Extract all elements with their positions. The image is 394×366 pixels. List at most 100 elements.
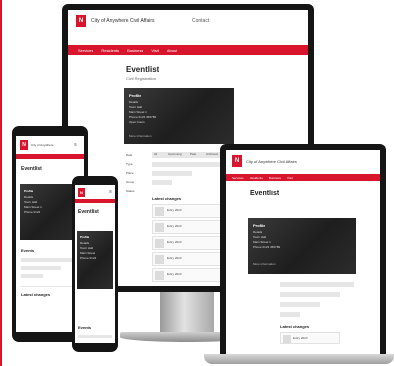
card-line: Details xyxy=(253,230,263,234)
item-title: Entry 2023 xyxy=(167,256,182,260)
site-header: N City of Anywhere Civil Affairs xyxy=(226,150,380,172)
filter-select[interactable] xyxy=(280,292,340,297)
tab-bar[interactable] xyxy=(78,335,112,338)
laptop: N City of Anywhere Civil Affairs Service… xyxy=(220,144,386,356)
city-logo[interactable]: N xyxy=(78,187,85,197)
list-item[interactable]: Entry 2023 xyxy=(152,236,230,250)
main-nav: Services Residents Business Visit xyxy=(226,174,380,181)
nav-item[interactable]: Residents xyxy=(250,176,263,180)
card-line: Phone 0123 xyxy=(80,256,97,260)
nav-item[interactable]: Visit xyxy=(151,48,158,53)
card-title: Profile xyxy=(80,235,90,239)
city-logo[interactable]: N xyxy=(20,140,28,150)
section-heading: Events xyxy=(21,248,35,253)
menu-icon[interactable]: ≡ xyxy=(109,189,112,195)
list-item[interactable]: Entry 2023 xyxy=(152,220,230,234)
item-thumbnail xyxy=(155,271,164,280)
card-line: Details xyxy=(24,195,34,199)
nav-item[interactable]: About xyxy=(167,48,177,53)
site-title: City of Anywhere xyxy=(31,143,54,147)
list-item[interactable]: Entry 2023 xyxy=(152,252,230,266)
item-thumbnail xyxy=(155,207,164,216)
nav-item[interactable]: Business xyxy=(269,176,281,180)
filter-label: Place xyxy=(126,171,134,175)
contact-link[interactable]: Contact xyxy=(192,18,209,24)
page-subtitle: Civil Registration xyxy=(126,76,157,81)
menu-icon[interactable]: ≡ xyxy=(74,142,77,148)
card-line: Main Street 1 xyxy=(24,205,42,209)
main-nav xyxy=(16,154,84,159)
page-title: Eventlist xyxy=(21,166,42,172)
card-line: Town Hall xyxy=(253,235,267,239)
filter-select[interactable] xyxy=(21,266,61,270)
list-heading: Latest changes xyxy=(152,196,182,201)
card-line: Main Street xyxy=(80,251,96,255)
page-title: Eventlist xyxy=(250,190,280,197)
card-line: Town Hall xyxy=(80,246,94,250)
monitor-stand xyxy=(160,292,214,334)
city-logo[interactable]: N xyxy=(76,15,86,27)
main-nav xyxy=(75,199,115,203)
card-line: Main Street 1 xyxy=(129,110,147,114)
item-thumbnail xyxy=(283,335,291,343)
laptop-base xyxy=(204,354,394,364)
site-header: N City of Anywhere Civil Affairs Contact xyxy=(68,10,308,32)
item-title: Entry 2023 xyxy=(293,336,308,340)
list-item[interactable]: Entry 2023 xyxy=(152,204,230,218)
item-title: Entry 2023 xyxy=(167,240,182,244)
item-title: Entry 2023 xyxy=(167,272,182,276)
site-title: City of Anywhere Civil Affairs xyxy=(91,18,155,24)
smartphone: N ≡ Eventlist Profile Details Town Hall … xyxy=(72,176,118,352)
nav-item[interactable]: Visit xyxy=(287,176,293,180)
tab-past[interactable]: Past xyxy=(190,152,196,156)
site-header: N ≡ xyxy=(75,185,115,199)
filter-select[interactable] xyxy=(152,162,222,167)
list-item[interactable]: Entry 2023 xyxy=(280,332,340,344)
tab-bar[interactable] xyxy=(21,258,77,262)
tab-all[interactable]: All xyxy=(154,152,157,156)
main-nav: Services Residents Business Visit About xyxy=(68,45,308,55)
filter-label: Status xyxy=(126,189,135,193)
footer-heading: Latest changes xyxy=(21,292,51,297)
filter-checkbox[interactable] xyxy=(152,180,172,185)
tab-archived[interactable]: Archived xyxy=(206,152,218,156)
page-title: Eventlist xyxy=(126,65,160,74)
filter-checkbox[interactable] xyxy=(280,312,300,317)
nav-item[interactable]: Services xyxy=(78,48,93,53)
item-title: Entry 2023 xyxy=(167,224,182,228)
profile-card: Profile Details Town Hall Main Street 1 … xyxy=(124,88,234,144)
card-line: Details xyxy=(80,241,90,245)
card-title: Profile xyxy=(129,93,142,98)
card-line: Details xyxy=(129,100,139,104)
list-heading: Latest changes xyxy=(280,324,310,329)
card-line: Open hours xyxy=(129,120,145,124)
card-line: Phone 0123 456789 xyxy=(129,115,157,119)
filter-select[interactable] xyxy=(152,171,192,176)
profile-card: Profile Details Town Hall Main Street 1 … xyxy=(20,184,80,240)
item-thumbnail xyxy=(155,239,164,248)
site-header: N City of Anywhere ≡ xyxy=(16,136,84,154)
tab-bar[interactable] xyxy=(280,282,354,287)
nav-item[interactable]: Services xyxy=(232,176,244,180)
filter-checkbox[interactable] xyxy=(21,274,43,278)
tab-upcoming[interactable]: Upcoming xyxy=(168,152,182,156)
card-line: Phone 0123 xyxy=(24,210,41,214)
card-footer-link[interactable]: More information xyxy=(129,134,152,138)
card-footer-link[interactable]: More information xyxy=(253,262,276,266)
card-line: Main Street 1 xyxy=(253,240,271,244)
section-heading: Events xyxy=(78,325,92,330)
page-title: Eventlist xyxy=(78,209,99,215)
nav-item[interactable]: Residents xyxy=(101,48,119,53)
filter-label: Date xyxy=(126,153,133,157)
profile-card: Profile Details Town Hall Main Street Ph… xyxy=(77,231,113,289)
city-logo[interactable]: N xyxy=(232,155,242,167)
card-line: Phone 0123 456789 xyxy=(253,245,281,249)
laptop-screen: N City of Anywhere Civil Affairs Service… xyxy=(226,150,380,354)
list-item[interactable]: Entry 2023 xyxy=(152,268,230,282)
card-title: Profile xyxy=(253,223,266,228)
item-thumbnail xyxy=(155,255,164,264)
item-thumbnail xyxy=(155,223,164,232)
nav-item[interactable]: Business xyxy=(127,48,143,53)
filter-select[interactable] xyxy=(280,302,320,307)
filter-label: Type xyxy=(126,162,133,166)
